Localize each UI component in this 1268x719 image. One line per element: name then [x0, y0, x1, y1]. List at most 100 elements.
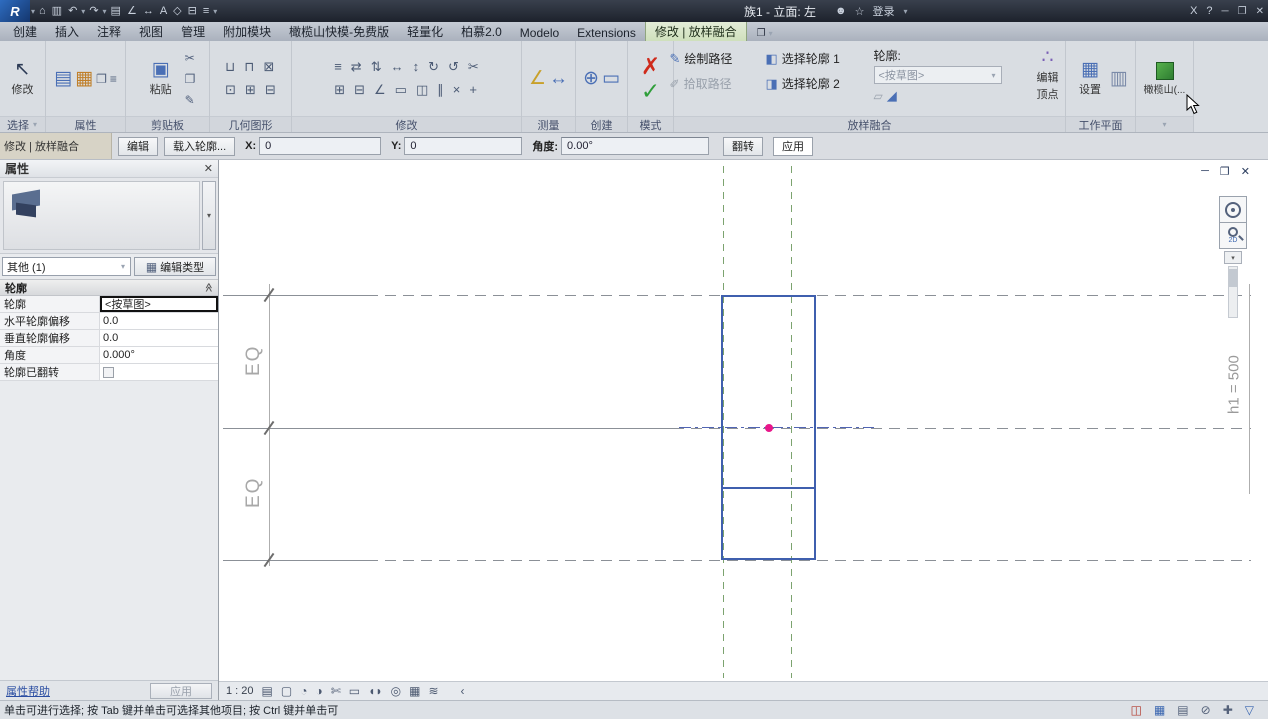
sign-in-button[interactable]: 登录	[872, 3, 894, 19]
shadows-icon[interactable]: ◑	[315, 684, 322, 698]
select-links-icon[interactable]: ◫	[1131, 703, 1142, 717]
profile-flipped-checkbox[interactable]	[103, 367, 114, 378]
properties-small-icon-1[interactable]: ❐	[96, 72, 107, 86]
redo-icon[interactable]: ↷	[86, 0, 101, 22]
extend-icon[interactable]: +	[469, 82, 477, 98]
align-icon[interactable]: ≡	[334, 59, 342, 75]
edit-type-button[interactable]: ▦ 编辑类型	[134, 257, 216, 276]
load-profile-button[interactable]: 载入轮廓...	[164, 137, 235, 156]
edit-vertices-button[interactable]: ∴ 编辑 顶点	[1026, 48, 1070, 102]
param-value-profile[interactable]: <按草图>	[100, 296, 218, 312]
thin-lines-icon[interactable]: ≡	[200, 0, 212, 22]
drag-on-selection-icon[interactable]: ✚	[1223, 703, 1233, 717]
param-value-horizontal-offset[interactable]: 0.0	[100, 313, 218, 329]
family-types-icon[interactable]: ▦	[75, 69, 93, 89]
detail-level-icon[interactable]: ▤	[262, 684, 273, 698]
edit-button[interactable]: 编辑	[118, 137, 158, 156]
modify-button[interactable]: ↖ 修改	[3, 60, 42, 97]
scrollbar-thumb[interactable]	[1229, 269, 1237, 287]
h1-dimension-label[interactable]: h1 = 500	[1223, 318, 1245, 452]
scale-control[interactable]: 1 : 20	[226, 685, 254, 697]
select-underlay-icon[interactable]: ▦	[1154, 703, 1165, 717]
type-preview-dropdown[interactable]: ▾	[202, 181, 216, 250]
offset-icon[interactable]: ⇄	[351, 59, 362, 75]
qat-customize-caret[interactable]: ▾	[212, 7, 218, 16]
canvas-vertical-scrollbar[interactable]	[1228, 266, 1238, 318]
dimension-tool-icon[interactable]: ↔	[549, 69, 568, 89]
tab-lightweight[interactable]: 轻量化	[398, 21, 452, 41]
paint-icon[interactable]: ⊡	[225, 82, 236, 98]
window-minimize-button[interactable]: ─	[1222, 6, 1229, 17]
select-by-face-icon[interactable]: ⊘	[1201, 703, 1211, 717]
crop-region-icon[interactable]: ▭	[349, 684, 360, 698]
scrollbar-left-arrow[interactable]: ‹	[461, 684, 465, 698]
set-work-plane-button[interactable]: ▦ 设置	[1073, 60, 1107, 97]
tab-extensions[interactable]: Extensions	[568, 24, 645, 41]
x-offset-field[interactable]: 0	[259, 137, 381, 155]
param-value-vertical-offset[interactable]: 0.0	[100, 330, 218, 346]
text-icon[interactable]: A	[157, 0, 170, 22]
exchange-apps-icon[interactable]: X	[1190, 5, 1197, 17]
create-similar-icon[interactable]: ▭	[602, 69, 620, 89]
cancel-sketch-icon[interactable]: ✗	[641, 55, 660, 77]
tab-bomu[interactable]: 柏慕2.0	[452, 21, 511, 41]
apply-options-button[interactable]: 应用	[773, 137, 813, 156]
cut-icon[interactable]: ✂	[185, 51, 196, 65]
tab-view[interactable]: 视图	[130, 21, 172, 41]
h1-dimension-line[interactable]	[1249, 284, 1250, 494]
aligned-dimension-icon[interactable]: ↔	[140, 0, 157, 22]
sun-path-icon[interactable]: ◔	[300, 684, 307, 698]
cut-geometry-icon[interactable]: ⊓	[244, 59, 254, 75]
analytical-model-icon[interactable]: ≋	[428, 684, 438, 698]
copy-icon[interactable]: ❐	[185, 72, 196, 86]
drawing-area[interactable]: EQ EQ h1 = 500 ─ ❐ ✕ 2D ▾	[218, 160, 1268, 700]
pick-path-button[interactable]: ✐ 拾取路径	[670, 73, 762, 94]
tab-annotate[interactable]: 注释	[88, 21, 130, 41]
select-profile-1-button[interactable]: ◧ 选择轮廓 1	[766, 48, 870, 69]
temporary-view-properties-icon[interactable]: ▦	[409, 684, 420, 698]
unpin-icon[interactable]: ◫	[416, 82, 428, 98]
sign-in-caret[interactable]: ▾	[902, 7, 908, 16]
angle-field[interactable]: 0.00°	[561, 137, 709, 155]
profile-drag-handle[interactable]	[765, 424, 773, 432]
reveal-hidden-elements-icon[interactable]: ◎	[391, 684, 401, 698]
help-icon[interactable]: ?	[1206, 5, 1212, 17]
delete-icon[interactable]: ×	[453, 82, 461, 98]
tab-create[interactable]: 创建	[4, 21, 46, 41]
trim-icon[interactable]: ∠	[374, 82, 386, 98]
properties-apply-button[interactable]: 应用	[150, 683, 212, 699]
save-icon[interactable]: ▥	[49, 0, 65, 22]
demolish-icon[interactable]: ⊟	[265, 82, 276, 98]
eq-label-top[interactable]: EQ	[243, 326, 265, 394]
zoom-2d-button[interactable]: 2D	[1219, 222, 1247, 249]
select-pinned-icon[interactable]: ▤	[1177, 703, 1188, 717]
parameter-group-profile[interactable]: 轮廓 ≪	[0, 279, 218, 296]
cope-icon[interactable]: ⊔	[225, 59, 235, 75]
trim-multiple-icon[interactable]: ∥	[437, 82, 444, 98]
profile-dropdown[interactable]: <按草图> ▾	[874, 66, 1002, 84]
window-restore-button[interactable]: ❐	[1238, 6, 1247, 17]
panel-label-olive[interactable]: ▾	[1136, 116, 1193, 132]
tab-modelo[interactable]: Modelo	[511, 24, 568, 41]
paste-button[interactable]: ▣ 粘贴	[140, 60, 182, 97]
pick-profile-icon[interactable]: ◢	[887, 88, 897, 104]
tab-addins[interactable]: 附加模块	[214, 21, 280, 41]
select-profile-2-button[interactable]: ◨ 选择轮廓 2	[766, 73, 870, 94]
section-icon[interactable]: ⊟	[185, 0, 200, 22]
finish-sketch-icon[interactable]: ✓	[641, 80, 660, 102]
move-icon[interactable]: ↔	[391, 59, 404, 75]
app-logo[interactable]: R	[0, 0, 30, 22]
tab-olive-quick[interactable]: 橄榄山快模-免费版	[280, 21, 398, 41]
user-icon[interactable]: ☻	[835, 5, 847, 17]
tab-insert[interactable]: 插入	[46, 21, 88, 41]
crop-view-icon[interactable]: ✄	[331, 684, 341, 698]
navbar-options-button[interactable]: ▾	[1224, 251, 1242, 264]
properties-palette-icon[interactable]: ▤	[54, 69, 72, 89]
default-3d-view-icon[interactable]: ◇	[170, 0, 184, 22]
collapse-group-icon[interactable]: ≪	[203, 283, 214, 292]
pin-icon[interactable]: ▭	[395, 82, 407, 98]
split-face-icon[interactable]: ⊞	[245, 82, 256, 98]
tab-manage[interactable]: 管理	[172, 21, 214, 41]
create-group-icon[interactable]: ⊕	[583, 69, 599, 89]
window-close-button[interactable]: ✕	[1256, 6, 1264, 17]
